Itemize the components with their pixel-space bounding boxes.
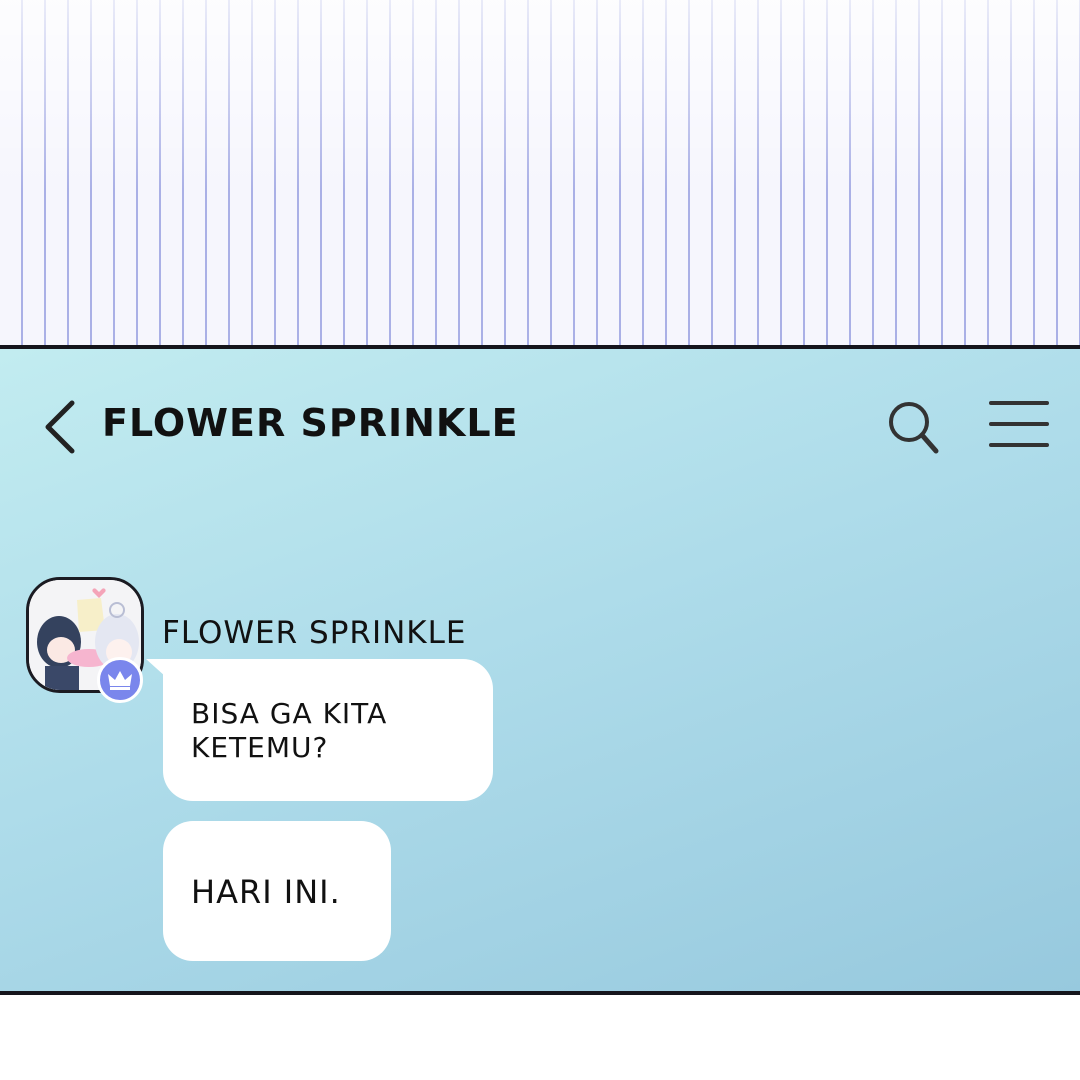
crown-badge [97,657,143,703]
search-icon[interactable] [884,397,944,457]
message-bubble[interactable]: BISA GA KITA KETEMU? [163,659,493,801]
sender-name: FLOWER SPRINKLE [162,615,467,651]
message-text: BISA GA KITA KETEMU? [191,697,388,764]
chat-header: FLOWER SPRINKLE [0,349,1080,499]
bottom-margin [0,995,1080,1080]
message-bubble[interactable]: HARI INI. [163,821,391,961]
chevron-left-icon[interactable] [40,399,84,455]
crown-icon [108,671,132,690]
webtoon-panel: FLOWER SPRINKLE FLOWER SPRINKLE BISA GA … [0,0,1080,1080]
striped-background [0,0,1080,346]
message-text: HARI INI. [191,873,341,911]
menu-icon[interactable] [986,397,1052,453]
chat-title: FLOWER SPRINKLE [102,401,519,445]
chat-screen: FLOWER SPRINKLE FLOWER SPRINKLE BISA GA … [0,345,1080,995]
